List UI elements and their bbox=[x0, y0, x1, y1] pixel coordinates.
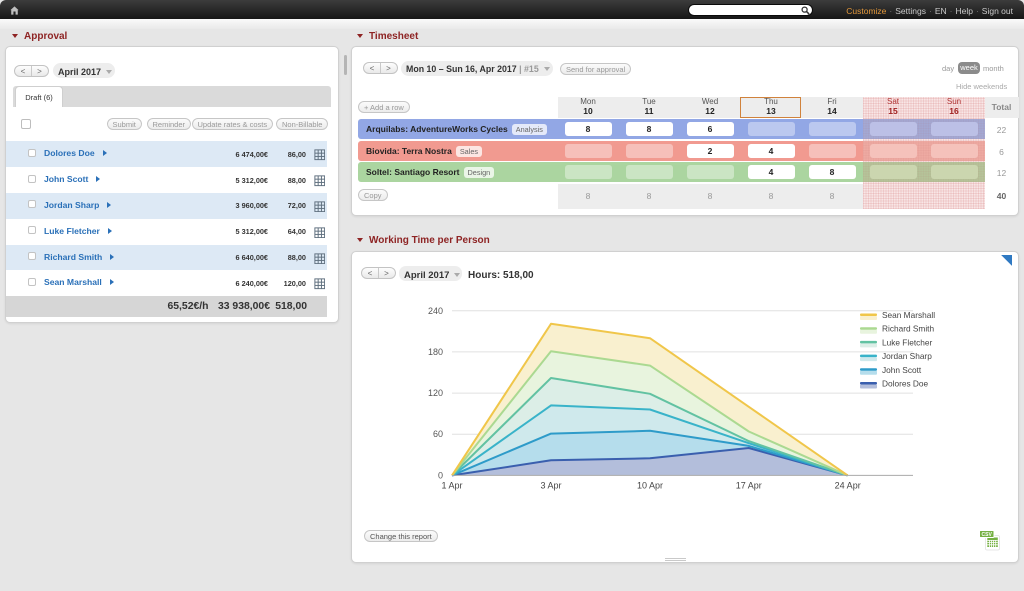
svg-text:3 Apr: 3 Apr bbox=[540, 480, 561, 490]
svg-text:1 Apr: 1 Apr bbox=[441, 480, 462, 490]
svg-text:John Scott: John Scott bbox=[882, 365, 922, 375]
svg-text:Luke Fletcher: Luke Fletcher bbox=[882, 337, 933, 347]
svg-text:Jordan Sharp: Jordan Sharp bbox=[882, 351, 932, 361]
svg-text:120: 120 bbox=[428, 388, 443, 398]
svg-text:180: 180 bbox=[428, 347, 443, 357]
svg-text:10 Apr: 10 Apr bbox=[637, 480, 663, 490]
svg-text:CSV: CSV bbox=[982, 532, 993, 538]
svg-text:60: 60 bbox=[433, 429, 443, 439]
svg-text:24 Apr: 24 Apr bbox=[835, 480, 861, 490]
svg-text:Dolores Doe: Dolores Doe bbox=[882, 379, 929, 389]
svg-text:Sean Marshall: Sean Marshall bbox=[882, 310, 935, 320]
svg-text:Richard Smith: Richard Smith bbox=[882, 324, 934, 334]
svg-text:17 Apr: 17 Apr bbox=[736, 480, 762, 490]
svg-text:240: 240 bbox=[428, 306, 443, 316]
svg-text:0: 0 bbox=[438, 470, 443, 480]
